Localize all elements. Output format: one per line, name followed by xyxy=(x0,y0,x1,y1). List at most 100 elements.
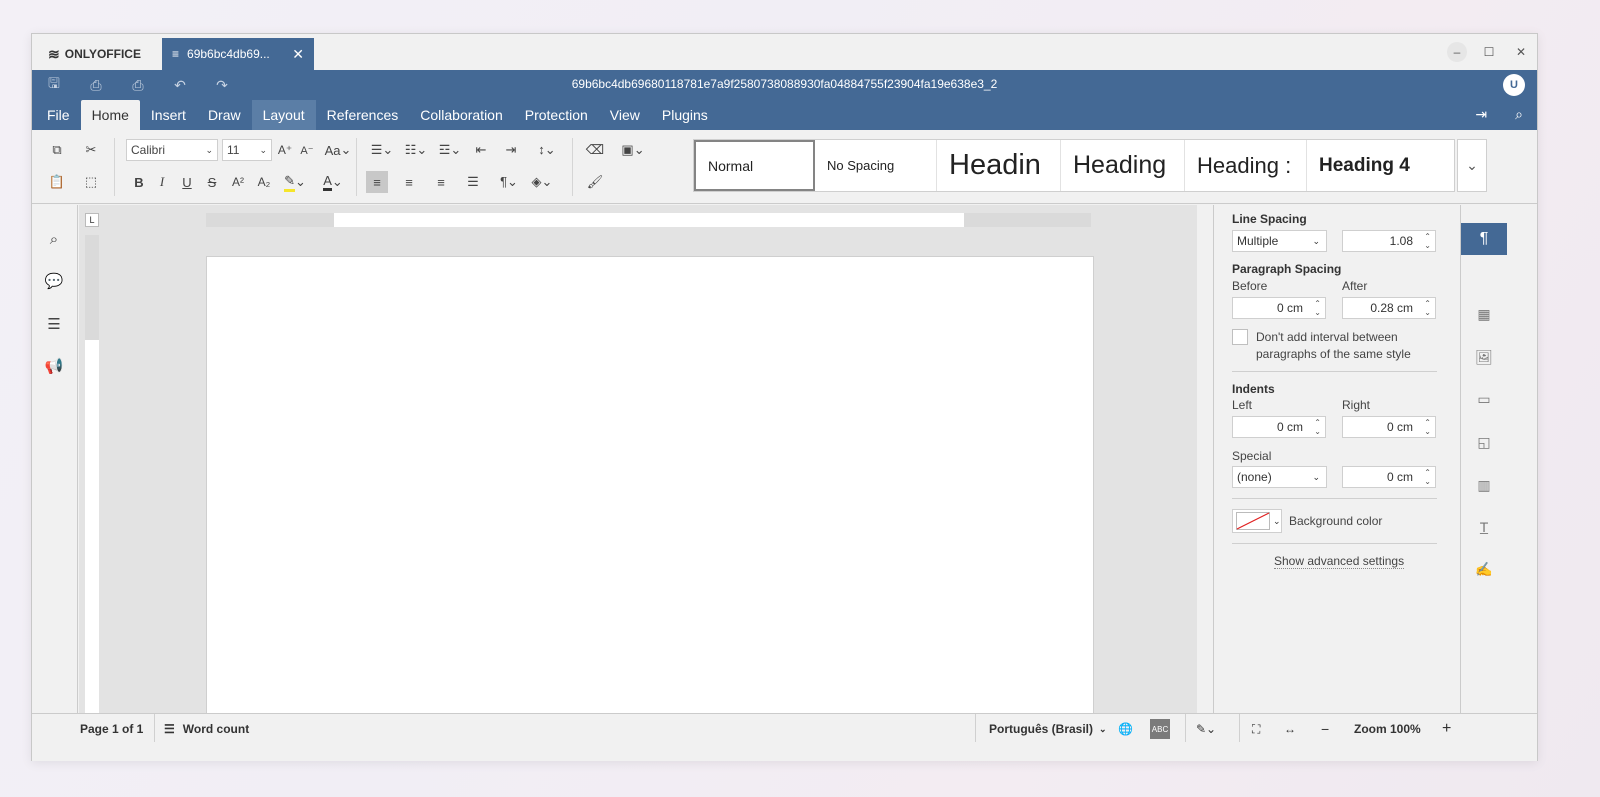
special-indent-select[interactable]: (none) ⌄ xyxy=(1232,466,1327,488)
font-size-select[interactable]: 11 ⌄ xyxy=(222,139,272,161)
spinner-arrows-icon[interactable]: ⌃ ⌄ xyxy=(1424,468,1431,486)
spinner-arrows-icon[interactable]: ⌃ ⌄ xyxy=(1424,418,1431,436)
navigation-icon[interactable]: ☰ xyxy=(44,314,64,334)
style-heading-1[interactable]: Headin xyxy=(937,140,1061,191)
fit-width-icon[interactable]: ↔ xyxy=(1284,721,1296,737)
align-center-icon[interactable]: ≡ xyxy=(398,171,420,193)
paragraph-settings-icon[interactable]: ¶ xyxy=(1461,223,1507,255)
style-heading-2[interactable]: Heading xyxy=(1061,140,1185,191)
multilevel-list-icon[interactable]: ☲⌄ xyxy=(435,139,465,161)
maximize-button[interactable]: ☐ xyxy=(1479,42,1499,62)
tab-draw[interactable]: Draw xyxy=(197,100,252,130)
justify-icon[interactable]: ☰ xyxy=(462,171,484,193)
copy-style-icon[interactable]: ▣⌄ xyxy=(616,139,650,161)
document-tab[interactable]: ≡ 69b6bc4db69... ✕ xyxy=(162,38,314,70)
document-page[interactable] xyxy=(206,256,1094,713)
language-select[interactable]: Português (Brasil) ⌄ xyxy=(989,721,1107,737)
format-painter-icon[interactable]: 🖌 xyxy=(584,171,606,193)
zoom-out-button[interactable]: − xyxy=(1321,721,1329,737)
style-heading-4[interactable]: Heading 4 xyxy=(1307,140,1452,191)
tab-view[interactable]: View xyxy=(599,100,651,130)
zoom-in-button[interactable]: + xyxy=(1442,720,1451,737)
globe-icon[interactable]: 🌐 xyxy=(1118,721,1133,737)
subscript-button[interactable]: A₂ xyxy=(254,171,274,193)
tab-collaboration[interactable]: Collaboration xyxy=(409,100,514,130)
image-settings-icon[interactable]: 🖼 xyxy=(1474,347,1494,367)
feedback-icon[interactable]: 📢 xyxy=(44,356,64,376)
italic-button[interactable]: I xyxy=(153,171,171,193)
page-info[interactable]: Page 1 of 1 xyxy=(80,721,143,737)
tab-home[interactable]: Home xyxy=(80,100,140,130)
search-icon[interactable]: ⌕ xyxy=(1515,106,1523,123)
show-advanced-settings-link[interactable]: Show advanced settings xyxy=(1274,554,1405,569)
spinner-arrows-icon[interactable]: ⌃ ⌄ xyxy=(1314,418,1321,436)
avatar[interactable]: U xyxy=(1503,74,1525,96)
tab-protection[interactable]: Protection xyxy=(514,100,599,130)
cut-icon[interactable]: ✂ xyxy=(80,139,102,161)
vertical-ruler[interactable] xyxy=(85,235,99,713)
font-name-select[interactable]: Calibri ⌄ xyxy=(126,139,218,161)
increase-indent-icon[interactable]: ⇥ xyxy=(500,139,522,161)
text-art-settings-icon[interactable]: T̲ xyxy=(1474,517,1494,537)
change-case-button[interactable]: Aa ⌄ xyxy=(322,139,354,161)
bold-button[interactable]: B xyxy=(130,171,148,193)
align-right-icon[interactable]: ≡ xyxy=(430,171,452,193)
fit-page-icon[interactable]: ⛶ xyxy=(1252,721,1260,737)
close-tab-icon[interactable]: ✕ xyxy=(292,46,304,63)
increase-font-button[interactable]: A⁺ xyxy=(276,139,294,161)
tab-stop-selector[interactable]: L xyxy=(85,213,99,227)
app-home-tab[interactable]: ≋ ONLYOFFICE xyxy=(40,38,162,70)
align-left-icon[interactable]: ≡ xyxy=(366,171,388,193)
copy-icon[interactable]: ⧉ xyxy=(46,139,68,161)
line-spacing-value-input[interactable]: 1.08 ⌃ ⌄ xyxy=(1342,230,1436,252)
style-heading-3[interactable]: Heading : xyxy=(1185,140,1307,191)
font-color-button[interactable]: A ⌄ xyxy=(318,171,348,193)
chart-settings-icon[interactable]: ▥ xyxy=(1474,475,1494,495)
bullets-list-icon[interactable]: ☰⌄ xyxy=(367,139,397,161)
header-footer-settings-icon[interactable]: ▭ xyxy=(1474,389,1494,409)
spellcheck-icon[interactable]: ABC xyxy=(1150,719,1170,739)
table-settings-icon[interactable]: ▦ xyxy=(1474,304,1494,324)
spacing-after-input[interactable]: 0.28 cm ⌃ ⌄ xyxy=(1342,297,1436,319)
style-no-spacing[interactable]: No Spacing xyxy=(815,140,937,191)
clear-style-icon[interactable]: ⌫ xyxy=(584,139,606,161)
spinner-arrows-icon[interactable]: ⌃ ⌄ xyxy=(1424,232,1431,250)
nonprinting-characters-icon[interactable]: ¶⌄ xyxy=(495,171,523,193)
signature-settings-icon[interactable]: ✍ xyxy=(1474,559,1494,579)
search-icon[interactable]: ⌕ xyxy=(44,229,64,249)
open-location-icon[interactable]: ⇥ xyxy=(1475,106,1487,123)
spinner-arrows-icon[interactable]: ⌃ ⌄ xyxy=(1424,299,1431,317)
spinner-arrows-icon[interactable]: ⌃ ⌄ xyxy=(1314,299,1321,317)
tab-plugins[interactable]: Plugins xyxy=(651,100,719,130)
track-changes-icon[interactable]: ✎⌄ xyxy=(1196,721,1216,737)
select-all-icon[interactable]: ⬚ xyxy=(80,171,102,193)
tab-references[interactable]: References xyxy=(316,100,410,130)
highlight-color-button[interactable]: ✎ ⌄ xyxy=(280,171,310,193)
shape-settings-icon[interactable]: ◱ xyxy=(1474,432,1494,452)
line-spacing-mode-select[interactable]: Multiple ⌄ xyxy=(1232,230,1327,252)
indent-left-input[interactable]: 0 cm ⌃ ⌄ xyxy=(1232,416,1326,438)
spacing-before-input[interactable]: 0 cm ⌃ ⌄ xyxy=(1232,297,1326,319)
minimize-button[interactable]: – xyxy=(1447,42,1467,62)
paragraph-shading-icon[interactable]: ◈⌄ xyxy=(527,171,557,193)
special-indent-amount-input[interactable]: 0 cm ⌃ ⌄ xyxy=(1342,466,1436,488)
indent-right-input[interactable]: 0 cm ⌃ ⌄ xyxy=(1342,416,1436,438)
tab-file[interactable]: File xyxy=(36,100,81,130)
underline-button[interactable]: U xyxy=(178,171,196,193)
word-count-button[interactable]: ☰ Word count xyxy=(164,721,249,737)
numbered-list-icon[interactable]: ☷⌄ xyxy=(401,139,431,161)
paste-icon[interactable]: 📋 xyxy=(46,171,68,193)
background-color-picker[interactable]: ⌄ xyxy=(1232,509,1282,533)
comments-icon[interactable]: 💬 xyxy=(44,271,64,291)
decrease-font-button[interactable]: A⁻ xyxy=(298,139,316,161)
strikethrough-button[interactable]: S xyxy=(203,171,221,193)
close-window-button[interactable]: ✕ xyxy=(1511,42,1531,62)
decrease-indent-icon[interactable]: ⇤ xyxy=(470,139,492,161)
tab-insert[interactable]: Insert xyxy=(140,100,197,130)
tab-layout[interactable]: Layout xyxy=(251,100,316,130)
horizontal-ruler[interactable] xyxy=(206,213,1091,227)
dont-add-interval-checkbox[interactable] xyxy=(1232,329,1248,345)
style-normal[interactable]: Normal xyxy=(694,140,815,191)
style-gallery-expand-button[interactable]: ⌄ xyxy=(1457,139,1487,192)
superscript-button[interactable]: A² xyxy=(228,171,248,193)
